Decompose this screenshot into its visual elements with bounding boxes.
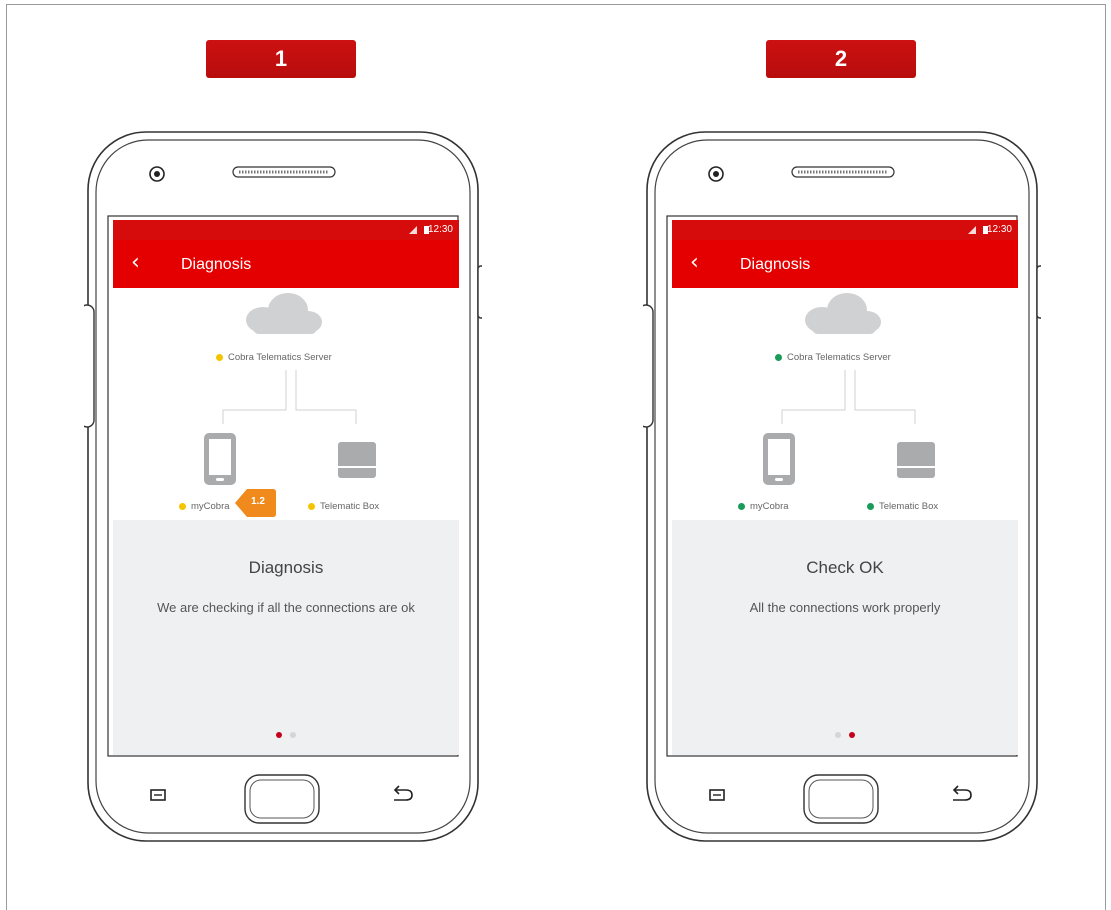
status-time: 12:30	[427, 224, 453, 235]
connection-diagram: Cobra Telematics Server myCobra Telemati…	[672, 288, 1018, 520]
step-badge-1: 1	[206, 40, 356, 78]
status-time: 12:30	[986, 224, 1012, 235]
signal-icon	[409, 226, 417, 234]
info-heading: Diagnosis	[248, 558, 324, 577]
signal-icon	[968, 226, 976, 234]
phone-label: myCobra	[738, 501, 789, 512]
server-label: Cobra Telematics Server	[216, 352, 332, 363]
info-description: We are checking if all the connections a…	[157, 600, 415, 615]
phone-mockup-2: 12:30 ‹ Diagnosis Cobra Telematics Serve…	[643, 130, 1041, 843]
connector-lines	[222, 370, 357, 424]
server-status-dot	[775, 354, 782, 361]
back-button[interactable]: ‹	[690, 252, 699, 274]
step-badge-2: 2	[766, 40, 916, 78]
callout-badge: 1.2	[235, 489, 277, 517]
box-status-dot	[308, 503, 315, 510]
box-label: Telematic Box	[867, 501, 938, 512]
status-bar: 12:30	[113, 220, 459, 240]
connection-diagram: Cobra Telematics Server myCobra Telemati…	[113, 288, 459, 520]
app-bar-title: Diagnosis	[740, 256, 811, 273]
telematic-box-icon	[897, 442, 935, 478]
info-heading: Check OK	[806, 558, 884, 577]
app-bar: ‹ Diagnosis	[672, 240, 1018, 288]
phone-status-dot	[738, 503, 745, 510]
smartphone-icon	[763, 433, 795, 485]
cloud-icon	[246, 293, 322, 334]
cloud-icon	[805, 293, 881, 334]
server-label: Cobra Telematics Server	[775, 352, 891, 363]
connector-lines	[781, 370, 916, 424]
phone-label: myCobra	[179, 501, 230, 512]
app-bar: ‹ Diagnosis	[113, 240, 459, 288]
pager-dot-active[interactable]	[276, 732, 282, 738]
smartphone-icon	[204, 433, 236, 485]
info-description: All the connections work properly	[749, 600, 941, 615]
box-status-dot	[867, 503, 874, 510]
telematic-box-icon	[338, 442, 376, 478]
step-number: 1	[274, 46, 288, 71]
app-bar-title: Diagnosis	[181, 256, 252, 273]
phone-status-dot	[179, 503, 186, 510]
phone-mockup-1: 12:30 ‹ Diagnosis Cobra Telematics Serve…	[84, 130, 482, 843]
phone-screen: 12:30 ‹ Diagnosis Cobra Telematics Serve…	[113, 220, 459, 755]
status-bar: 12:30	[672, 220, 1018, 240]
back-button[interactable]: ‹	[131, 252, 140, 274]
phone-screen: 12:30 ‹ Diagnosis Cobra Telematics Serve…	[672, 220, 1018, 755]
box-label: Telematic Box	[308, 501, 379, 512]
callout-number: 1.2	[251, 496, 265, 507]
page-indicator	[113, 732, 459, 738]
step-number: 2	[834, 46, 848, 71]
pager-dot-active[interactable]	[849, 732, 855, 738]
page-indicator	[672, 732, 1018, 738]
pager-dot[interactable]	[290, 732, 296, 738]
pager-dot[interactable]	[835, 732, 841, 738]
server-status-dot	[216, 354, 223, 361]
